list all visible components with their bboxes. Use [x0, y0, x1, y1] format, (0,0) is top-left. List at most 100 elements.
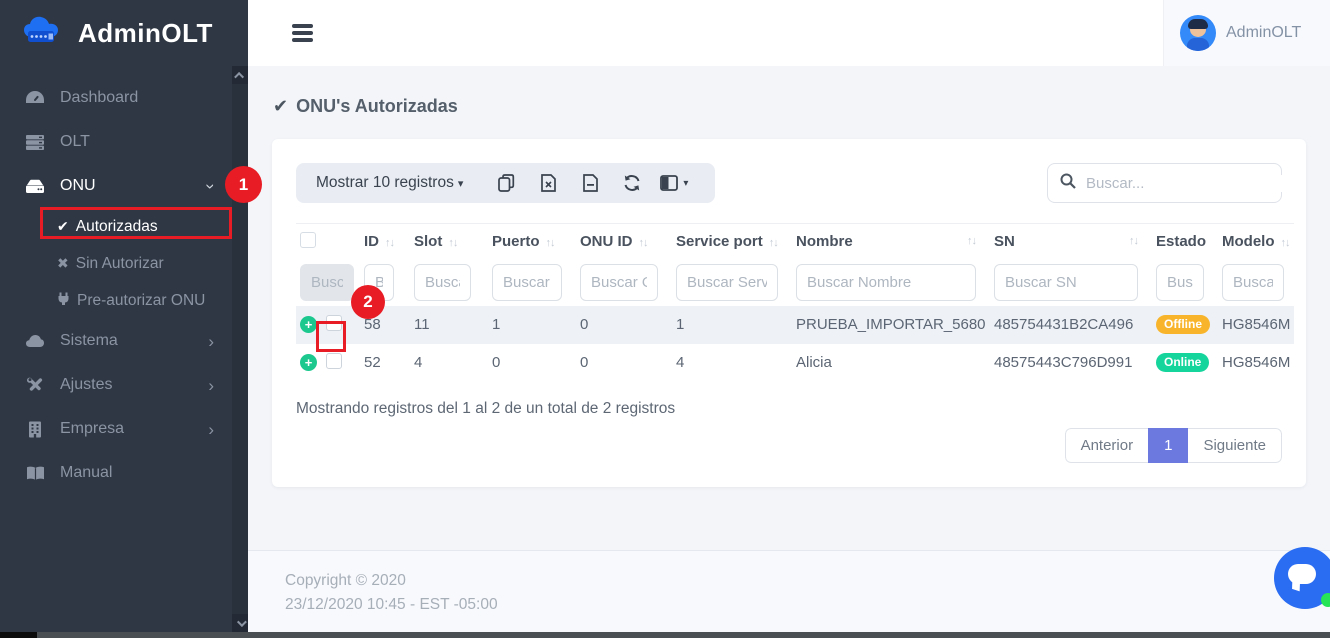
sidebar-subitem-sin-autorizar[interactable]: ✖ Sin Autorizar	[0, 245, 232, 282]
online-status-dot	[1321, 593, 1330, 607]
filter-input-service-port[interactable]	[676, 264, 778, 301]
cell-puerto: 0	[488, 344, 576, 382]
scroll-up-arrow[interactable]	[232, 66, 248, 84]
cell-slot: 11	[410, 306, 488, 344]
column-header-service-port[interactable]: Service port↑↓	[672, 224, 792, 260]
cell-modelo: HG8546M	[1218, 344, 1294, 382]
column-header-slot[interactable]: Slot↑↓	[410, 224, 488, 260]
sidebar-item-empresa[interactable]: Empresa ›	[0, 407, 232, 451]
avatar	[1180, 15, 1216, 51]
cell-id: 52	[360, 344, 410, 382]
column-header-puerto[interactable]: Puerto↑↓	[488, 224, 576, 260]
file-export-icon	[583, 174, 598, 192]
filter-input-select	[300, 264, 354, 301]
sidebar: AdminOLT Dashboard OLT ONU › ✔ Autorizad…	[0, 0, 248, 632]
filter-input-modelo[interactable]	[1222, 264, 1284, 301]
sidebar-item-ajustes[interactable]: Ajustes ›	[0, 363, 232, 407]
filter-input-sn[interactable]	[994, 264, 1138, 301]
table-toolbar: Mostrar 10 registros▾ ▾	[296, 163, 715, 203]
excel-export-icon	[541, 174, 556, 192]
sort-icon: ↑↓	[1281, 237, 1290, 249]
select-all-checkbox[interactable]	[300, 232, 316, 248]
pagination-prev-button[interactable]: Anterior	[1065, 428, 1149, 463]
table-row: + 58 11 1 0 1 PRUEBA_IMPORTAR_5680 48575…	[296, 306, 1294, 344]
cell-modelo: HG8546M	[1218, 306, 1294, 344]
brand-name: AdminOLT	[78, 18, 213, 49]
column-header-modelo[interactable]: Modelo↑↓	[1218, 224, 1294, 260]
column-visibility-icon	[660, 175, 678, 191]
main-content: ✔ ONU's Autorizadas Mostrar 10 registros…	[248, 66, 1330, 632]
sidebar-item-sistema[interactable]: Sistema ›	[0, 319, 232, 363]
file-export-button[interactable]	[569, 174, 611, 192]
sidebar-item-dashboard[interactable]: Dashboard	[0, 76, 232, 120]
refresh-button[interactable]	[611, 174, 653, 192]
column-header-nombre[interactable]: Nombre↑↓	[792, 224, 990, 260]
sidebar-item-olt[interactable]: OLT	[0, 120, 232, 164]
sidebar-item-manual[interactable]: Manual	[0, 451, 232, 495]
status-badge: Offline	[1156, 315, 1210, 334]
sidebar-subitem-pre-autorizar[interactable]: Pre-autorizar ONU	[0, 282, 232, 319]
pagination: Anterior 1 Siguiente	[1065, 428, 1282, 463]
check-icon: ✔	[273, 96, 288, 117]
onu-table-card: Mostrar 10 registros▾ ▾	[272, 139, 1306, 487]
building-icon	[24, 421, 46, 438]
row-checkbox[interactable]	[326, 353, 342, 369]
copy-icon	[498, 174, 515, 192]
column-header-onu-id[interactable]: ONU ID↑↓	[576, 224, 672, 260]
sidebar-item-label: Dashboard	[60, 89, 138, 107]
user-menu[interactable]: AdminOLT	[1163, 0, 1330, 66]
sidebar-subitem-label: Pre-autorizar ONU	[77, 292, 205, 310]
filter-input-id[interactable]	[364, 264, 394, 301]
datetime-text: 23/12/2020 10:45 - EST -05:00	[285, 593, 1330, 617]
filter-input-slot[interactable]	[414, 264, 471, 301]
server-icon	[24, 134, 46, 151]
select-all-cell	[296, 224, 322, 260]
sidebar-scrollbar[interactable]	[232, 66, 248, 632]
sidebar-item-label: Sistema	[60, 332, 118, 350]
row-checkbox[interactable]	[326, 315, 342, 331]
sidebar-item-onu[interactable]: ONU ›	[0, 164, 232, 208]
plug-icon	[57, 292, 70, 309]
cell-service-port: 4	[672, 344, 792, 382]
sort-icon: ↑↓	[1129, 235, 1138, 247]
records-per-page-dropdown[interactable]: Mostrar 10 registros▾	[316, 174, 463, 192]
pagination-page-1[interactable]: 1	[1148, 428, 1188, 463]
column-header-id[interactable]: ID↑↓	[360, 224, 410, 260]
column-visibility-button[interactable]: ▾	[653, 175, 695, 191]
filter-input-estado[interactable]	[1156, 264, 1204, 301]
cell-nombre: Alicia	[792, 344, 990, 382]
table-info: Mostrando registros del 1 al 2 de un tot…	[296, 400, 1282, 418]
sidebar-subitem-label: Autorizadas	[76, 218, 158, 236]
brand-logo[interactable]: AdminOLT	[0, 0, 248, 66]
sidebar-subitem-autorizadas[interactable]: ✔ Autorizadas	[0, 208, 232, 245]
search-input[interactable]	[1086, 175, 1285, 192]
hamburger-menu-icon[interactable]	[292, 21, 313, 46]
sidebar-nav: Dashboard OLT ONU › ✔ Autorizadas ✖ Sin …	[0, 66, 232, 495]
filter-input-onu-id[interactable]	[580, 264, 658, 301]
cell-sn: 48575443C796D991	[990, 344, 1152, 382]
search-icon	[1060, 173, 1076, 193]
gauge-icon	[24, 90, 46, 106]
search-box	[1047, 163, 1282, 203]
column-header-sn[interactable]: SN↑↓	[990, 224, 1152, 260]
expand-row-button[interactable]: +	[300, 354, 317, 371]
copy-button[interactable]	[485, 174, 527, 192]
sort-icon: ↑↓	[967, 235, 976, 247]
status-badge: Online	[1156, 353, 1209, 372]
pagination-next-button[interactable]: Siguiente	[1188, 428, 1282, 463]
filter-input-nombre[interactable]	[796, 264, 976, 301]
chat-widget-button[interactable]	[1274, 547, 1330, 609]
sidebar-subitem-label: Sin Autorizar	[76, 255, 164, 273]
excel-export-button[interactable]	[527, 174, 569, 192]
scroll-down-arrow[interactable]	[232, 614, 248, 632]
sidebar-item-label: Manual	[60, 464, 112, 482]
column-header-estado[interactable]: Estado	[1152, 224, 1218, 260]
filter-input-puerto[interactable]	[492, 264, 562, 301]
sort-icon: ↑↓	[385, 237, 394, 249]
book-icon	[24, 466, 46, 481]
caret-down-icon: ▾	[458, 178, 464, 190]
horizontal-scrollbar-thumb[interactable]	[37, 632, 1330, 638]
table-row: + 52 4 0 0 4 Alicia 48575443C796D991 Onl…	[296, 344, 1294, 382]
horizontal-scrollbar[interactable]	[0, 632, 1330, 638]
expand-row-button[interactable]: +	[300, 316, 317, 333]
